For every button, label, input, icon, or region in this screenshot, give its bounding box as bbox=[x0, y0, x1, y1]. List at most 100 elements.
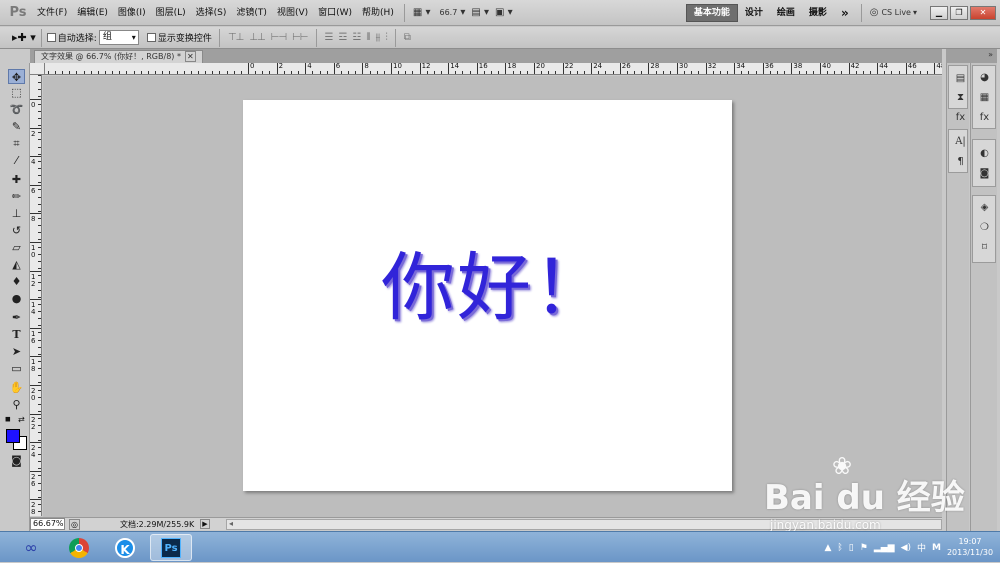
ruler-origin[interactable] bbox=[30, 63, 45, 75]
taskbar-kugou[interactable]: K bbox=[104, 534, 146, 561]
zoom-level-dropdown[interactable]: 66.7 ▾ bbox=[434, 4, 469, 22]
adjustments-panel-icon[interactable]: ◐ bbox=[977, 146, 992, 161]
vertical-ruler[interactable]: 0246810121416182022242628 bbox=[30, 75, 42, 516]
character-icon[interactable]: A| bbox=[953, 134, 968, 149]
actions-icon[interactable]: fx bbox=[953, 110, 968, 125]
menu-edit[interactable]: 编辑(E) bbox=[72, 0, 113, 26]
align-top-icon[interactable]: ⊤⊥ bbox=[228, 32, 244, 43]
start-button[interactable]: ∞ bbox=[10, 534, 52, 561]
bluetooth-icon[interactable]: ᛒ bbox=[837, 543, 842, 553]
menu-filter[interactable]: 滤镜(T) bbox=[231, 0, 272, 26]
move-tool-icon[interactable]: ✥ bbox=[8, 69, 25, 84]
swap-colors-icon[interactable]: ⇄ bbox=[18, 415, 25, 424]
menu-view[interactable]: 视图(V) bbox=[272, 0, 313, 26]
shape-tool-icon[interactable]: ▭ bbox=[8, 361, 25, 376]
align-center-icon[interactable]: ⊢⊢ bbox=[292, 32, 308, 43]
align-left-icon[interactable]: ⊢⊣ bbox=[271, 32, 287, 43]
history-icon[interactable]: ⧗ bbox=[953, 90, 968, 105]
show-hidden-icons-icon[interactable]: ▲ bbox=[824, 543, 831, 553]
screen-mode-icon[interactable]: ▣ ▾ bbox=[492, 4, 516, 22]
default-colors-icon[interactable]: ◼ bbox=[5, 415, 11, 423]
menu-file[interactable]: 文件(F) bbox=[32, 0, 72, 26]
color-panel-icon[interactable]: ◕ bbox=[977, 70, 992, 85]
distribute-top-icon[interactable]: ☰ bbox=[325, 32, 334, 43]
menu-window[interactable]: 窗口(W) bbox=[313, 0, 357, 26]
close-button[interactable]: ✕ bbox=[970, 5, 996, 20]
healing-brush-tool-icon[interactable]: ✚ bbox=[8, 172, 25, 187]
clone-stamp-tool-icon[interactable]: ⊥ bbox=[8, 206, 25, 221]
status-menu-arrow-icon[interactable]: ▶ bbox=[200, 519, 210, 529]
horizontal-ruler[interactable]: 0 2 4 6 8 10 12 14 16 18 20 22 24 26 28 30 32 34 36 38 40 42 4… bbox=[45, 63, 942, 75]
move-tool-preset-icon[interactable]: ▸✚ ▾ bbox=[12, 31, 36, 44]
flag-icon[interactable]: ⚑ bbox=[860, 543, 868, 553]
eyedropper-tool-icon[interactable]: ⁄ bbox=[8, 153, 25, 168]
workspace-design[interactable]: 设计 bbox=[738, 5, 770, 21]
foreground-color-swatch[interactable] bbox=[6, 429, 20, 443]
path-selection-tool-icon[interactable]: ➤ bbox=[8, 344, 25, 359]
show-transform-checkbox[interactable] bbox=[146, 33, 156, 42]
blur-tool-icon[interactable]: ♦ bbox=[8, 274, 25, 289]
collapse-dock-icon[interactable]: » bbox=[988, 50, 993, 59]
hand-tool-icon[interactable]: ✋ bbox=[8, 380, 25, 395]
auto-select-checkbox[interactable] bbox=[46, 33, 56, 42]
distribute-right-icon[interactable]: ⫶ bbox=[385, 32, 387, 43]
menu-select[interactable]: 选择(S) bbox=[191, 0, 232, 26]
taskbar-photoshop[interactable]: Ps bbox=[150, 534, 192, 561]
cs-live-button[interactable]: ◎ CS Live ▾ bbox=[867, 4, 920, 22]
distribute-bottom-icon[interactable]: ☳ bbox=[352, 32, 361, 43]
maximize-button[interactable]: ❐ bbox=[950, 5, 968, 20]
close-tab-icon[interactable]: ✕ bbox=[184, 51, 196, 62]
text-layer-content[interactable]: 你好！ bbox=[381, 228, 609, 335]
align-middle-icon[interactable]: ⊥⊥ bbox=[249, 32, 265, 43]
paths-panel-icon[interactable]: ⌑ bbox=[977, 240, 992, 255]
taskbar-chrome[interactable] bbox=[58, 534, 100, 561]
zoom-field[interactable]: 66.67% bbox=[30, 518, 65, 530]
styles-panel-icon[interactable]: fx bbox=[977, 110, 992, 125]
workspace-painting[interactable]: 绘画 bbox=[770, 5, 802, 21]
eraser-tool-icon[interactable]: ▱ bbox=[8, 240, 25, 255]
brush-tool-icon[interactable]: ✏ bbox=[8, 189, 25, 204]
dodge-tool-icon[interactable]: ● bbox=[8, 291, 25, 306]
auto-select-dropdown[interactable]: 组 bbox=[98, 30, 139, 45]
channels-panel-icon[interactable]: ❍ bbox=[977, 220, 992, 235]
taskbar-clock[interactable]: 19:07 2013/11/30 bbox=[944, 536, 996, 558]
lasso-tool-icon[interactable]: ➰ bbox=[8, 102, 25, 117]
layers-panel-icon[interactable]: ◈ bbox=[977, 200, 992, 215]
status-info-icon[interactable]: ◎ bbox=[69, 518, 80, 530]
input-method-icon[interactable]: M bbox=[932, 543, 941, 553]
auto-align-layers-icon[interactable]: ⧉ bbox=[404, 32, 411, 43]
launch-bridge-icon[interactable]: ▦ ▾ bbox=[410, 4, 434, 22]
device-icon[interactable]: ▯ bbox=[849, 543, 854, 553]
mini-bridge-icon[interactable]: ▤ bbox=[953, 71, 968, 86]
paint-bucket-tool-icon[interactable]: ◭ bbox=[8, 257, 25, 272]
quick-mask-icon[interactable]: ◙ bbox=[8, 453, 25, 468]
input-language[interactable]: 中 bbox=[917, 541, 926, 554]
paragraph-icon[interactable]: ¶ bbox=[953, 154, 968, 169]
pen-tool-icon[interactable]: ✒ bbox=[8, 310, 25, 325]
distribute-center-icon[interactable]: ⫵ bbox=[376, 32, 381, 43]
scroll-left-icon[interactable]: ◂ bbox=[229, 519, 233, 528]
swatches-panel-icon[interactable]: ▦ bbox=[977, 90, 992, 105]
volume-icon[interactable]: ◀) bbox=[901, 543, 911, 553]
zoom-tool-icon[interactable]: ⚲ bbox=[8, 397, 25, 412]
workspace-photography[interactable]: 摄影 bbox=[802, 5, 834, 21]
distribute-middle-icon[interactable]: ☲ bbox=[338, 32, 347, 43]
distribute-left-icon[interactable]: ⫴ bbox=[366, 32, 370, 43]
crop-tool-icon[interactable]: ⌗ bbox=[8, 136, 25, 151]
document-tab[interactable]: 文字效果 @ 66.7% (你好！, RGB/8) * ✕ bbox=[34, 50, 203, 63]
network-icon[interactable]: ▂▄▆ bbox=[874, 543, 895, 553]
menu-layer[interactable]: 图层(L) bbox=[151, 0, 191, 26]
menu-image[interactable]: 图像(I) bbox=[113, 0, 151, 26]
minimize-button[interactable]: ▁ bbox=[930, 5, 948, 20]
quick-select-tool-icon[interactable]: ✎ bbox=[8, 119, 25, 134]
workspace-essentials[interactable]: 基本功能 bbox=[685, 3, 738, 22]
type-tool-icon[interactable]: T bbox=[8, 327, 25, 342]
more-workspaces-button[interactable]: » bbox=[834, 5, 856, 21]
history-brush-tool-icon[interactable]: ↺ bbox=[8, 223, 25, 238]
masks-panel-icon[interactable]: ◙ bbox=[977, 166, 992, 181]
arrange-documents-icon[interactable]: ▤ ▾ bbox=[468, 4, 492, 22]
canvas-workspace[interactable]: 你好！ bbox=[43, 76, 942, 517]
marquee-tool-icon[interactable]: ⬚ bbox=[8, 85, 25, 100]
document-canvas[interactable]: 你好！ bbox=[243, 100, 732, 491]
menu-help[interactable]: 帮助(H) bbox=[357, 0, 399, 26]
